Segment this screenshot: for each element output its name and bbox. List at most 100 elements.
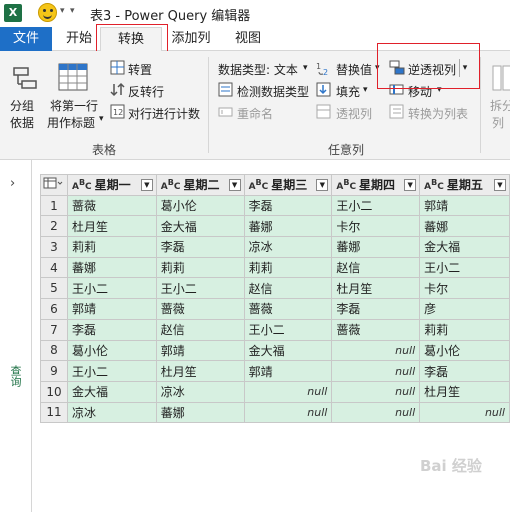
- reverse-rows-button[interactable]: 反转行: [128, 83, 164, 100]
- row-number[interactable]: 2: [40, 215, 68, 238]
- table-menu-corner[interactable]: [40, 174, 68, 196]
- table-cell[interactable]: 杜月笙: [331, 277, 421, 300]
- table-cell[interactable]: 王小二: [419, 256, 510, 279]
- use-first-row-headers-line2[interactable]: 用作标题: [47, 114, 95, 131]
- table-cell[interactable]: 莉莉: [419, 318, 510, 341]
- table-cell[interactable]: 蔷薇: [66, 194, 157, 217]
- row-number[interactable]: 7: [40, 318, 68, 341]
- table-cell[interactable]: 金大福: [419, 236, 510, 258]
- fill-button[interactable]: 填充: [336, 83, 360, 100]
- row-number[interactable]: 11: [40, 401, 68, 424]
- table-cell[interactable]: 赵信: [331, 256, 421, 279]
- table-cell[interactable]: 赵信: [243, 277, 333, 300]
- table-cell[interactable]: 蔷薇: [331, 318, 421, 341]
- table-cell[interactable]: 葛小伦: [419, 339, 510, 362]
- filter-dropdown-icon[interactable]: ▼: [316, 179, 329, 191]
- table-cell[interactable]: 莉莉: [66, 236, 157, 258]
- table-cell[interactable]: 郭靖: [66, 298, 157, 320]
- table-cell[interactable]: 王小二: [243, 318, 333, 341]
- replace-values-button[interactable]: 替换值: [336, 61, 372, 78]
- table-cell[interactable]: 蕃娜: [66, 256, 157, 279]
- table-cell[interactable]: 李磊: [243, 194, 333, 217]
- table-cell[interactable]: null: [243, 401, 333, 424]
- table-cell[interactable]: 李磊: [155, 236, 245, 258]
- chevron-down-icon[interactable]: ▾: [303, 63, 308, 73]
- table-cell[interactable]: 蕃娜: [155, 401, 245, 424]
- chevron-right-icon[interactable]: ›: [10, 176, 15, 191]
- table-cell[interactable]: 王小二: [66, 277, 157, 300]
- text-type-icon[interactable]: ABC: [72, 178, 92, 192]
- table-cell[interactable]: null: [331, 339, 421, 362]
- filter-dropdown-icon[interactable]: ▼: [404, 179, 417, 191]
- table-cell[interactable]: 杜月笙: [419, 380, 510, 403]
- table-cell[interactable]: 金大福: [66, 380, 157, 403]
- tab-home[interactable]: 开始: [60, 27, 98, 51]
- pivot-column-button[interactable]: 透视列: [336, 105, 372, 122]
- row-number[interactable]: 3: [40, 236, 68, 258]
- filter-dropdown-icon[interactable]: ▼: [228, 179, 241, 191]
- filter-dropdown-icon[interactable]: ▼: [494, 179, 506, 191]
- table-cell[interactable]: 蔷薇: [243, 298, 333, 320]
- table-cell[interactable]: 蕃娜: [331, 236, 421, 258]
- chevron-down-icon[interactable]: ▾: [60, 6, 65, 16]
- tab-file[interactable]: 文件: [0, 27, 52, 51]
- table-cell[interactable]: 金大福: [155, 215, 245, 238]
- chevron-down-icon[interactable]: ▾: [363, 85, 368, 95]
- chevron-down-icon[interactable]: ▾: [99, 114, 104, 124]
- column-header[interactable]: ABC 星期一 ▼: [66, 174, 157, 196]
- count-rows-button[interactable]: 对行进行计数: [128, 105, 200, 122]
- use-first-row-headers-button[interactable]: 将第一行: [50, 97, 98, 114]
- table-cell[interactable]: 杜月笙: [66, 215, 157, 238]
- row-number[interactable]: 4: [40, 256, 68, 279]
- table-cell[interactable]: null: [331, 380, 421, 403]
- detect-data-type-button[interactable]: 检测数据类型: [237, 83, 309, 100]
- row-number[interactable]: 1: [40, 194, 68, 217]
- column-header[interactable]: ABC 星期五 ▼: [419, 174, 510, 196]
- row-number[interactable]: 6: [40, 298, 68, 320]
- table-cell[interactable]: null: [419, 401, 510, 424]
- table-cell[interactable]: 蔷薇: [155, 298, 245, 320]
- table-cell[interactable]: 凉冰: [66, 401, 157, 424]
- table-cell[interactable]: 蕃娜: [243, 215, 333, 238]
- table-cell[interactable]: 莉莉: [155, 256, 245, 279]
- group-by-button[interactable]: 分组: [10, 97, 34, 114]
- tab-add-column[interactable]: 添加列: [165, 27, 217, 51]
- table-cell[interactable]: 莉莉: [243, 256, 333, 279]
- text-type-icon[interactable]: ABC: [336, 178, 356, 192]
- queries-pane-label[interactable]: 查询: [9, 365, 23, 387]
- table-cell[interactable]: 李磊: [331, 298, 421, 320]
- split-column-line2[interactable]: 列: [492, 114, 504, 131]
- table-cell[interactable]: 赵信: [155, 318, 245, 341]
- transpose-button[interactable]: 转置: [128, 61, 152, 78]
- table-cell[interactable]: 金大福: [243, 339, 333, 362]
- table-cell[interactable]: 凉冰: [243, 236, 333, 258]
- table-cell[interactable]: 李磊: [419, 360, 510, 382]
- table-cell[interactable]: 葛小伦: [155, 194, 245, 217]
- rename-button[interactable]: 重命名: [237, 105, 273, 122]
- column-header[interactable]: ABC 星期三 ▼: [243, 174, 333, 196]
- table-cell[interactable]: 杜月笙: [155, 360, 245, 382]
- table-cell[interactable]: 郭靖: [243, 360, 333, 382]
- column-header[interactable]: ABC 星期二 ▼: [155, 174, 245, 196]
- table-cell[interactable]: 蕃娜: [419, 215, 510, 238]
- convert-to-list-button[interactable]: 转换为列表: [408, 105, 468, 122]
- table-cell[interactable]: 王小二: [331, 194, 421, 217]
- customize-toolbar-icon[interactable]: ▾: [70, 6, 75, 16]
- smiley-feedback-icon[interactable]: [38, 3, 57, 22]
- split-column-button[interactable]: 拆分: [490, 97, 510, 114]
- table-cell[interactable]: 郭靖: [419, 194, 510, 217]
- table-cell[interactable]: 卡尔: [419, 277, 510, 300]
- table-cell[interactable]: null: [331, 401, 421, 424]
- row-number[interactable]: 5: [40, 277, 68, 300]
- table-cell[interactable]: 彦: [419, 298, 510, 320]
- table-cell[interactable]: 葛小伦: [66, 339, 157, 362]
- table-cell[interactable]: 李磊: [66, 318, 157, 341]
- group-by-button-line2[interactable]: 依据: [10, 114, 34, 131]
- table-cell[interactable]: null: [331, 360, 421, 382]
- table-cell[interactable]: 凉冰: [155, 380, 245, 403]
- text-type-icon[interactable]: ABC: [424, 178, 444, 192]
- table-cell[interactable]: 卡尔: [331, 215, 421, 238]
- text-type-icon[interactable]: ABC: [249, 178, 269, 192]
- row-number[interactable]: 8: [40, 339, 68, 362]
- text-type-icon[interactable]: ABC: [161, 178, 181, 192]
